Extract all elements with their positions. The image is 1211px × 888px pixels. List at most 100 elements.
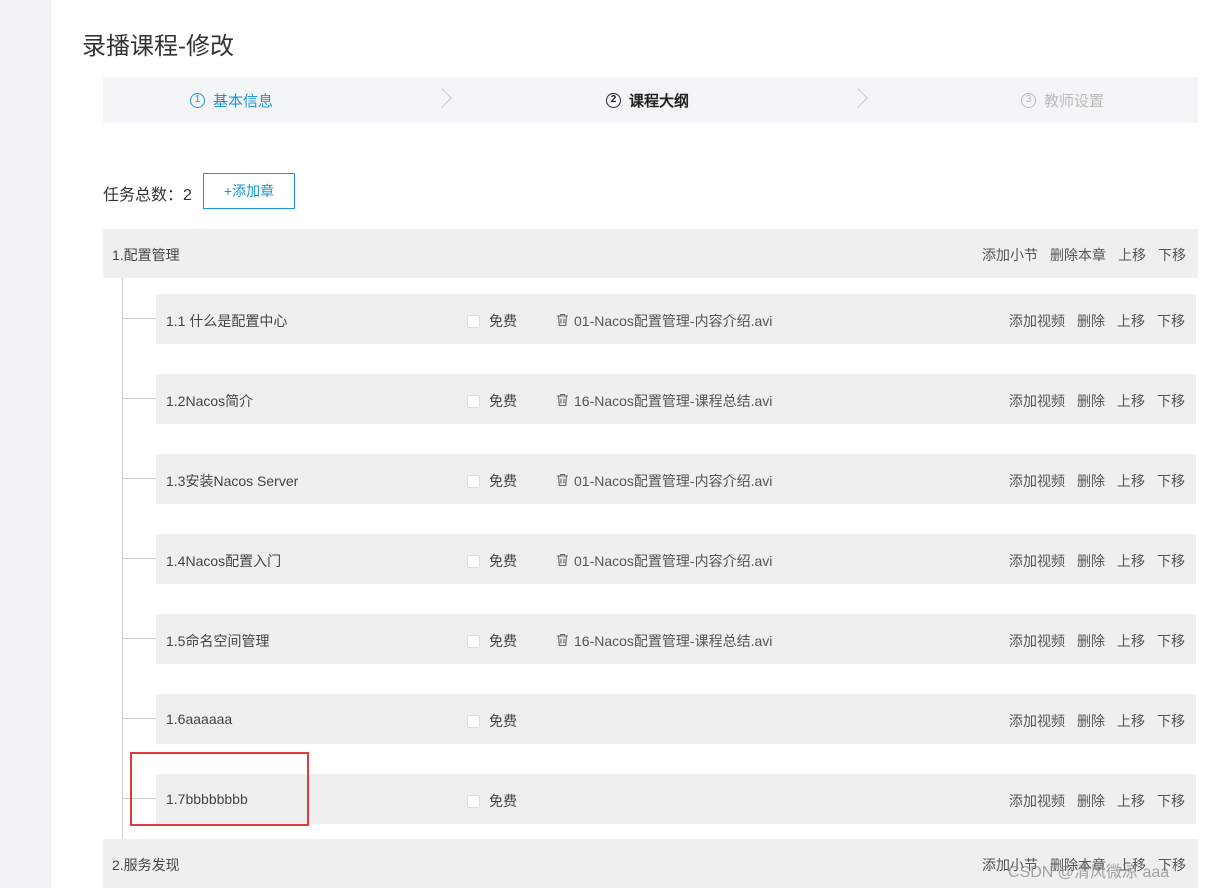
video-file: 01-Nacos配置管理-内容介绍.avi xyxy=(556,311,772,331)
add-video-button[interactable]: 添加视频 xyxy=(1009,391,1065,411)
tree-branch xyxy=(122,718,156,719)
free-toggle[interactable]: 免费 xyxy=(467,791,517,811)
section-row: 1.6aaaaaa 免费 添加视频 删除 上移 下移 xyxy=(156,694,1196,744)
section-actions: 添加视频 删除 上移 下移 xyxy=(1009,391,1185,411)
video-filename: 01-Nacos配置管理-内容介绍.avi xyxy=(574,553,773,569)
section-title: 1.2Nacos简介 xyxy=(166,393,254,409)
delete-section-button[interactable]: 删除 xyxy=(1077,711,1105,731)
add-video-button[interactable]: 添加视频 xyxy=(1009,311,1065,331)
move-down-button[interactable]: 下移 xyxy=(1157,311,1185,331)
move-up-button[interactable]: 上移 xyxy=(1117,791,1145,811)
trash-icon[interactable] xyxy=(556,553,569,570)
move-up-button[interactable]: 上移 xyxy=(1118,245,1146,265)
add-chapter-button[interactable]: +添加章 xyxy=(203,173,295,209)
free-checkbox[interactable] xyxy=(467,794,480,808)
free-checkbox[interactable] xyxy=(467,554,480,568)
section-row: 1.3安装Nacos Server 免费 01-Nacos配置管理-内容介绍.avi… xyxy=(156,454,1196,504)
step-label: 教师设置 xyxy=(1044,92,1105,110)
section-title: 1.1 什么是配置中心 xyxy=(166,313,288,329)
move-down-button[interactable]: 下移 xyxy=(1157,631,1185,651)
free-label: 免费 xyxy=(489,473,517,489)
move-up-button[interactable]: 上移 xyxy=(1117,471,1145,491)
video-filename: 16-Nacos配置管理-课程总结.avi xyxy=(574,633,773,649)
delete-chapter-button[interactable]: 删除本章 xyxy=(1050,245,1106,265)
move-up-button[interactable]: 上移 xyxy=(1117,311,1145,331)
step-number-icon: 3 xyxy=(1021,92,1036,108)
step-basic-info[interactable]: 1 基本信息 xyxy=(190,90,273,110)
video-filename: 01-Nacos配置管理-内容介绍.avi xyxy=(574,313,773,329)
step-course-outline[interactable]: 2 课程大纲 xyxy=(606,90,689,110)
tree-branch xyxy=(122,558,156,559)
trash-icon[interactable] xyxy=(556,473,569,490)
trash-icon[interactable] xyxy=(556,393,569,410)
section-actions: 添加视频 删除 上移 下移 xyxy=(1009,311,1185,331)
free-checkbox[interactable] xyxy=(467,634,480,648)
delete-section-button[interactable]: 删除 xyxy=(1077,391,1105,411)
chevron-right-icon xyxy=(432,88,452,108)
add-video-button[interactable]: 添加视频 xyxy=(1009,791,1065,811)
add-video-button[interactable]: 添加视频 xyxy=(1009,471,1065,491)
tree-connector xyxy=(122,278,123,840)
free-checkbox[interactable] xyxy=(467,314,480,328)
step-label: 基本信息 xyxy=(213,92,274,110)
delete-section-button[interactable]: 删除 xyxy=(1077,791,1105,811)
section-actions: 添加视频 删除 上移 下移 xyxy=(1009,711,1185,731)
move-down-button[interactable]: 下移 xyxy=(1157,551,1185,571)
section-row: 1.4Nacos配置入门 免费 01-Nacos配置管理-内容介绍.avi 添加视频删… xyxy=(156,534,1196,584)
free-toggle[interactable]: 免费 xyxy=(467,471,517,491)
free-checkbox[interactable] xyxy=(467,394,480,408)
delete-section-button[interactable]: 删除 xyxy=(1077,631,1105,651)
tree-branch xyxy=(122,318,156,319)
video-file: 16-Nacos配置管理-课程总结.avi xyxy=(556,391,772,411)
step-number-icon: 1 xyxy=(190,92,205,108)
add-video-button[interactable]: 添加视频 xyxy=(1009,711,1065,731)
move-down-button[interactable]: 下移 xyxy=(1158,245,1186,265)
move-down-button[interactable]: 下移 xyxy=(1157,711,1185,731)
section-row: 1.5命名空间管理 免费 16-Nacos配置管理-课程总结.avi 添加视频 删除 上移… xyxy=(156,614,1196,664)
page-title: 录播课程-修改 xyxy=(82,33,234,60)
delete-section-button[interactable]: 删除 xyxy=(1077,471,1105,491)
move-up-button[interactable]: 上移 xyxy=(1117,631,1145,651)
free-label: 免费 xyxy=(489,313,517,329)
move-down-button[interactable]: 下移 xyxy=(1157,791,1185,811)
free-label: 免费 xyxy=(489,633,517,649)
video-file: 16-Nacos配置管理-课程总结.avi xyxy=(556,631,772,651)
trash-icon[interactable] xyxy=(556,313,569,330)
tree-branch xyxy=(122,638,156,639)
video-filename: 01-Nacos配置管理-内容介绍.avi xyxy=(574,473,773,489)
move-down-button[interactable]: 下移 xyxy=(1157,391,1185,411)
chevron-right-icon xyxy=(848,88,868,108)
free-label: 免费 xyxy=(489,553,517,569)
section-row: 1.1 什么是配置中心 免费 01-Nacos配置管理-内容介绍.avi 添加视频 删除… xyxy=(156,294,1196,344)
free-toggle[interactable]: 免费 xyxy=(467,311,517,331)
free-checkbox[interactable] xyxy=(467,714,480,728)
move-down-button[interactable]: 下移 xyxy=(1157,471,1185,491)
step-progress: 1 基本信息 2 课程大纲 3 教师设置 xyxy=(103,77,1198,123)
add-video-button[interactable]: 添加视频 xyxy=(1009,631,1065,651)
chapter-title: 2.服务发现 xyxy=(112,857,180,873)
free-toggle[interactable]: 免费 xyxy=(467,711,517,731)
trash-icon[interactable] xyxy=(556,633,569,650)
step-label: 课程大纲 xyxy=(629,92,690,110)
highlight-annotation xyxy=(130,752,309,826)
add-video-button[interactable]: 添加视频 xyxy=(1009,551,1065,571)
free-label: 免费 xyxy=(489,393,517,409)
section-actions: 添加视频 删除 上移 下移 xyxy=(1009,471,1185,491)
move-up-button[interactable]: 上移 xyxy=(1117,551,1145,571)
free-toggle[interactable]: 免费 xyxy=(467,631,517,651)
section-row: 1.7bbbbbbbb 免费 添加视频 删除 上移 下移 xyxy=(156,774,1196,824)
video-file: 01-Nacos配置管理-内容介绍.avi xyxy=(556,471,772,491)
delete-section-button[interactable]: 删除 xyxy=(1077,311,1105,331)
move-up-button[interactable]: 上移 xyxy=(1117,711,1145,731)
add-section-button[interactable]: 添加小节 xyxy=(982,245,1038,265)
free-toggle[interactable]: 免费 xyxy=(467,551,517,571)
free-toggle[interactable]: 免费 xyxy=(467,391,517,411)
section-title: 1.5命名空间管理 xyxy=(166,633,270,649)
step-teacher-settings[interactable]: 3 教师设置 xyxy=(1021,90,1104,110)
section-row: 1.2Nacos简介 免费 16-Nacos配置管理-课程总结.avi 添加视频 删除上… xyxy=(156,374,1196,424)
watermark: CSDN @清风微凉 aaa xyxy=(1008,864,1170,881)
left-sidebar xyxy=(0,0,51,888)
free-checkbox[interactable] xyxy=(467,474,480,488)
delete-section-button[interactable]: 删除 xyxy=(1077,551,1105,571)
move-up-button[interactable]: 上移 xyxy=(1117,391,1145,411)
